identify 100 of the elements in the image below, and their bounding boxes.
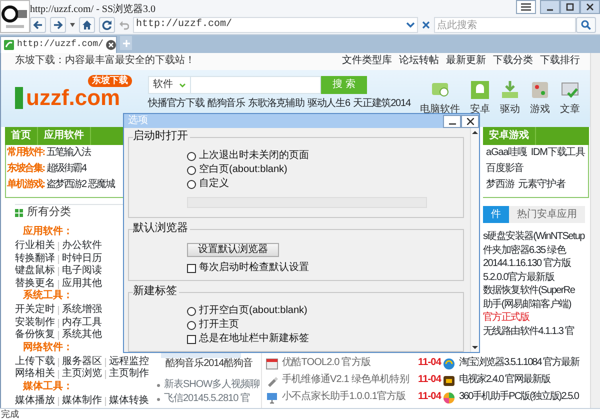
shortcut-link[interactable]: 文章: [560, 104, 580, 116]
clear-icon[interactable]: [422, 21, 430, 29]
category-link[interactable]: 网络相关: [15, 368, 55, 380]
hot-link[interactable]: 酷狗音乐: [207, 98, 246, 110]
side-tab[interactable]: 热门安卓应用: [509, 206, 585, 223]
top-link[interactable]: 最新更新: [446, 55, 486, 68]
document-check-icon[interactable]: [560, 80, 580, 100]
home-button[interactable]: [79, 17, 95, 33]
category-link[interactable]: 系统其他: [62, 329, 102, 342]
radio-button[interactable]: [187, 306, 196, 316]
tab-close-icon[interactable]: [106, 40, 116, 50]
top-link[interactable]: 文件类型库: [342, 55, 392, 68]
category-link[interactable]: 替换更名: [15, 278, 55, 290]
refresh-button[interactable]: [99, 17, 115, 33]
maximize-button[interactable]: [560, 0, 580, 14]
minimize-button[interactable]: [540, 0, 560, 14]
featured-link[interactable]: 盗梦西游2: [46, 179, 86, 195]
software-link[interactable]: 助手(网易邮箱客户端): [483, 298, 590, 312]
hot-link[interactable]: 驱动人生6: [307, 98, 350, 110]
category-link[interactable]: 主页制作: [109, 368, 149, 380]
game-box-icon[interactable]: [530, 80, 550, 100]
search-field[interactable]: 点此搜索: [434, 17, 576, 33]
close-button[interactable]: [580, 0, 600, 14]
minimize-button[interactable]: [443, 114, 461, 128]
radio-button[interactable]: [187, 180, 196, 188]
category-link[interactable]: 安装制作: [15, 316, 55, 329]
category-select[interactable]: 软件: [148, 76, 191, 94]
category-link[interactable]: 开关定时: [15, 304, 55, 316]
software-link[interactable]: 官方正式版: [483, 312, 590, 326]
category-link[interactable]: 应用其他: [62, 278, 102, 290]
dialog-scrollbar[interactable]: [470, 128, 479, 352]
radio-button[interactable]: [187, 166, 196, 174]
back-button[interactable]: [30, 17, 46, 33]
update-link[interactable]: 手机维修通V2.1 绿色单机特别: [282, 374, 414, 387]
search-button[interactable]: [576, 17, 596, 33]
radio-button[interactable]: [187, 152, 196, 160]
site-search-field[interactable]: [191, 76, 321, 94]
category-link[interactable]: 系统增强: [62, 304, 102, 316]
category-link[interactable]: 媒体制作: [62, 394, 102, 407]
featured-link[interactable]: 百度影音: [486, 163, 524, 179]
news-link[interactable]: 新表SHOW多人视频聊: [164, 378, 260, 392]
browser-tab[interactable]: http://uzzf.com/: [0, 36, 117, 53]
scroll-down-icon: [471, 344, 479, 352]
update-date: 11-04: [418, 374, 441, 387]
featured-link[interactable]: 五笔输入法: [46, 147, 90, 163]
thumbnail-caption[interactable]: 酷狗音乐2014酷狗音: [157, 358, 261, 370]
featured-link[interactable]: 元素守护者: [518, 179, 566, 195]
vertical-scrollbar[interactable]: [590, 53, 600, 408]
category-link[interactable]: 办公软件: [62, 240, 102, 252]
category-link[interactable]: 转换翻译: [15, 252, 55, 265]
grid-icon: [15, 208, 23, 216]
featured-link[interactable]: aGaa哇嘎: [486, 147, 527, 163]
top-link[interactable]: 下载分类: [493, 55, 533, 68]
hot-link[interactable]: 快播官方下载: [148, 98, 204, 110]
update-link[interactable]: 优酷TOOL2.0 官方版: [282, 357, 414, 370]
category-link[interactable]: 行业相关: [15, 240, 55, 252]
category-link[interactable]: 上传下载: [15, 356, 55, 368]
shortcut-link[interactable]: 驱动: [500, 104, 520, 116]
category-link[interactable]: 远程监控: [109, 356, 149, 368]
software-link[interactable]: s硬盘安装器(WinNTSetup: [483, 231, 590, 244]
news-link[interactable]: 飞信20145.5.2810 官: [164, 392, 250, 406]
category-link[interactable]: 键盘鼠标: [15, 265, 55, 278]
software-link[interactable]: 20144.1.16.130 官方版: [483, 258, 590, 272]
checkbox[interactable]: [187, 264, 196, 272]
forward-button[interactable]: [50, 17, 66, 33]
radio-button[interactable]: [187, 320, 196, 330]
checkbox[interactable]: [187, 334, 196, 344]
top-link[interactable]: 下载排行: [540, 55, 580, 68]
shortcut-link[interactable]: 游戏: [530, 104, 550, 116]
featured-link[interactable]: 恶魔城: [88, 179, 114, 195]
featured-link[interactable]: 超级街霸4: [46, 163, 86, 179]
software-link[interactable]: 5.2.0.0官方最新版: [483, 272, 590, 285]
category-link[interactable]: 电子阅读: [62, 265, 102, 278]
menu-button[interactable]: [516, 0, 536, 14]
category-link[interactable]: 服务器区: [62, 356, 102, 368]
shortcut-link[interactable]: 电脑软件: [420, 104, 460, 116]
app-link[interactable]: 360手机助手PC版(独立版)2.5.0: [459, 391, 578, 404]
set-default-button[interactable]: 设置默认浏览器: [187, 243, 279, 257]
update-link[interactable]: 小不点家长助手1.0.0.1官方版: [282, 391, 414, 404]
hot-link[interactable]: 天正建筑2014: [352, 98, 410, 110]
featured-link[interactable]: 梦西游: [486, 179, 514, 195]
software-link[interactable]: 件夹加密器6.35 绿色: [483, 244, 590, 258]
category-link[interactable]: 时钟日历: [62, 252, 102, 265]
chevron-down-icon[interactable]: [406, 22, 415, 28]
software-link[interactable]: 无线路由软件4.1.1.3 官: [483, 326, 590, 339]
category-link[interactable]: 媒体播放: [15, 394, 55, 407]
hot-link[interactable]: 东歌洛克辅助: [248, 98, 304, 110]
category-link[interactable]: 媒体转换: [109, 394, 149, 407]
shortcut-link[interactable]: 安卓: [470, 104, 490, 116]
address-field[interactable]: http://uzzf.com/: [133, 17, 418, 33]
category-link[interactable]: 主页浏览: [62, 368, 102, 380]
app-link[interactable]: 电视家2.4.0 官网最新版: [459, 374, 550, 387]
app-link[interactable]: 淘宝浏览器3.5.1.1084 官方最新: [459, 357, 580, 370]
top-link[interactable]: 论坛转帖: [399, 55, 439, 68]
close-button[interactable]: [461, 114, 479, 128]
software-link[interactable]: 数据恢复软件(SuperRe: [483, 285, 590, 298]
featured-link[interactable]: IDM下载工具: [530, 147, 586, 163]
caret-icon[interactable]: [70, 23, 75, 27]
category-link[interactable]: 内存工具: [62, 316, 102, 329]
category-link[interactable]: 备份恢复: [15, 329, 55, 342]
